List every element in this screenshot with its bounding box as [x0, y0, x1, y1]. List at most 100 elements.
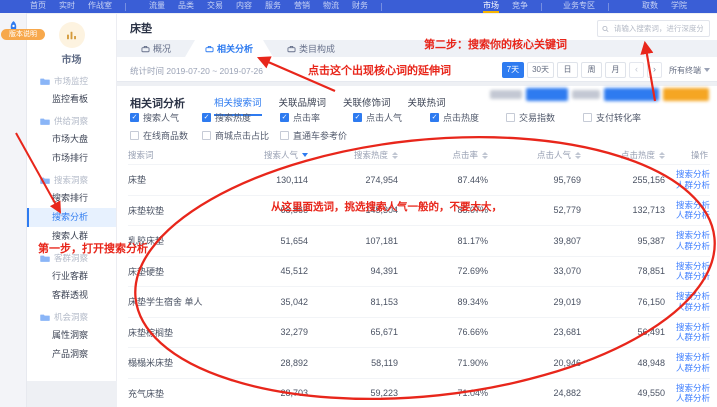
redacted-text [572, 90, 600, 99]
value-cell: 45,512 [244, 266, 308, 276]
action-link-搜索分析[interactable]: 搜索分析 [665, 291, 710, 302]
metric-点击热度[interactable]: ✓点击热度 [430, 111, 506, 124]
value-cell: 87.44% [398, 175, 488, 185]
nav-item-首页[interactable]: 首页 [30, 0, 46, 13]
metric-搜索人气[interactable]: ✓搜索人气 [130, 111, 202, 124]
search-box[interactable] [597, 20, 710, 37]
sidebar-item-搜索分析[interactable]: 搜索分析 [27, 208, 116, 227]
metric-checkbox-grid: ✓搜索人气✓搜索热度✓点击率✓点击人气✓点击热度交易指数支付转化率在线商品数 商城… [130, 111, 708, 142]
column-header-点击热度[interactable]: 点击热度 [581, 149, 665, 161]
action-link-人群分析[interactable]: 人群分析 [665, 363, 710, 374]
blue-button[interactable] [604, 88, 659, 101]
action-link-搜索分析[interactable]: 搜索分析 [665, 230, 710, 241]
action-link-搜索分析[interactable]: 搜索分析 [665, 352, 710, 363]
action-link-搜索分析[interactable]: 搜索分析 [665, 322, 710, 333]
prev-page-button[interactable]: ‹ [629, 62, 644, 78]
tab-类目构成[interactable]: 类目构成 [273, 40, 349, 57]
value-cell: 71.04% [398, 388, 488, 398]
value-cell: 51,654 [244, 236, 308, 246]
date-button-月[interactable]: 月 [605, 62, 626, 78]
action-link-人群分析[interactable]: 人群分析 [665, 393, 710, 404]
action-link-搜索分析[interactable]: 搜索分析 [665, 169, 710, 180]
metric-支付转化率[interactable]: 支付转化率 [583, 111, 708, 124]
sidebar-item-属性洞察[interactable]: 属性洞察 [27, 326, 116, 345]
metric-点击人气[interactable]: ✓点击人气 [353, 111, 430, 124]
column-header-操作: 操作 [665, 149, 710, 161]
action-link-搜索分析[interactable]: 搜索分析 [665, 383, 710, 394]
sidebar-group-供给洞察[interactable]: 供给洞察 [27, 112, 116, 130]
value-cell: 130,114 [244, 175, 308, 185]
nav-item-财务[interactable]: 财务 [352, 0, 368, 13]
nav-item-服务[interactable]: 服务 [265, 0, 281, 13]
blue-button[interactable] [526, 88, 568, 101]
sidebar-item-监控看板[interactable]: 监控看板 [27, 90, 116, 109]
nav-item-品类[interactable]: 品类 [178, 0, 194, 13]
date-button-日[interactable]: 日 [557, 62, 578, 78]
nav-item-学院[interactable]: 学院 [671, 0, 687, 13]
column-header-点击人气[interactable]: 点击人气 [488, 149, 581, 161]
actions-cell: 搜索分析人群分析 [665, 383, 710, 404]
sidebar-item-市场排行[interactable]: 市场排行 [27, 149, 116, 168]
action-link-人群分析[interactable]: 人群分析 [665, 302, 710, 313]
date-button-7天[interactable]: 7天 [502, 62, 524, 78]
sidebar-item-搜索排行[interactable]: 搜索排行 [27, 189, 116, 208]
metric-点击率[interactable]: ✓点击率 [280, 111, 353, 124]
nav-item-市场[interactable]: 市场 [483, 0, 499, 13]
nav-item-取数[interactable]: 取数 [642, 0, 658, 13]
value-cell: 59,223 [308, 388, 398, 398]
metric-label: 在线商品数 [143, 129, 188, 142]
nav-item-物流[interactable]: 物流 [323, 0, 339, 13]
action-link-人群分析[interactable]: 人群分析 [665, 241, 710, 252]
sidebar-group-机会洞察[interactable]: 机会洞察 [27, 308, 116, 326]
nav-item-业务专区[interactable]: 业务专区 [563, 0, 595, 13]
version-badge[interactable]: 版本说明 [1, 29, 45, 40]
value-cell: 29,019 [488, 297, 581, 307]
sidebar-group-搜索洞察[interactable]: 搜索洞察 [27, 171, 116, 189]
tab-相关分析[interactable]: 相关分析 [185, 40, 273, 57]
next-page-button[interactable]: › [647, 62, 662, 78]
sidebar-item-产品洞察[interactable]: 产品洞察 [27, 345, 116, 364]
metric-交易指数[interactable]: 交易指数 [506, 111, 583, 124]
column-header-搜索人气[interactable]: 搜索人气 [244, 149, 308, 161]
column-header-搜索热度[interactable]: 搜索热度 [308, 149, 398, 161]
terminal-dropdown[interactable]: 所有终端 [669, 65, 710, 76]
metric-label: 支付转化率 [596, 111, 641, 124]
action-link-人群分析[interactable]: 人群分析 [665, 271, 710, 282]
nav-item-流量[interactable]: 流量 [149, 0, 165, 13]
action-link-搜索分析[interactable]: 搜索分析 [665, 261, 710, 272]
metric-在线商品数[interactable]: 在线商品数 [130, 129, 202, 142]
action-link-人群分析[interactable]: 人群分析 [665, 332, 710, 343]
market-app-icon [59, 22, 85, 48]
sidebar-item-客群透视[interactable]: 客群透视 [27, 286, 116, 305]
date-button-30天[interactable]: 30天 [527, 62, 554, 78]
sidebar-item-市场大盘[interactable]: 市场大盘 [27, 130, 116, 149]
actions-cell: 搜索分析人群分析 [665, 261, 710, 282]
value-cell: 35,042 [244, 297, 308, 307]
keyword-cell: 床垫 [128, 173, 244, 186]
metric-商城点击占比[interactable]: 商城点击占比 [202, 129, 280, 142]
search-icon [602, 25, 609, 33]
metric-搜索热度[interactable]: ✓搜索热度 [202, 111, 280, 124]
sidebar-item-行业客群[interactable]: 行业客群 [27, 267, 116, 286]
nav-item-内容[interactable]: 内容 [236, 0, 252, 13]
nav-item-实时[interactable]: 实时 [59, 0, 75, 13]
stat-time: 统计时间 2019-07-20 ~ 2019-07-26 [130, 65, 263, 77]
section-title: 相关词分析 [130, 95, 185, 111]
nav-item-营销[interactable]: 营销 [294, 0, 310, 13]
metric-直通车参考价[interactable]: 直通车参考价 [280, 129, 353, 142]
column-header-搜索词: 搜索词 [128, 149, 244, 161]
sidebar-group-市场监控[interactable]: 市场监控 [27, 72, 116, 90]
nav-item-交易[interactable]: 交易 [207, 0, 223, 13]
orange-button[interactable] [663, 88, 709, 101]
tab-概况[interactable]: 概况 [127, 40, 185, 57]
nav-item-竞争[interactable]: 竞争 [512, 0, 528, 13]
action-link-搜索分析[interactable]: 搜索分析 [665, 200, 710, 211]
date-button-周[interactable]: 周 [581, 62, 602, 78]
nav-item-作战室[interactable]: 作战室 [88, 0, 112, 13]
sidebar-app: 市场 [27, 14, 116, 66]
search-input[interactable] [612, 23, 705, 34]
action-link-人群分析[interactable]: 人群分析 [665, 210, 710, 221]
action-link-人群分析[interactable]: 人群分析 [665, 180, 710, 191]
column-header-点击率[interactable]: 点击率 [398, 149, 488, 161]
folder-icon [40, 77, 50, 86]
